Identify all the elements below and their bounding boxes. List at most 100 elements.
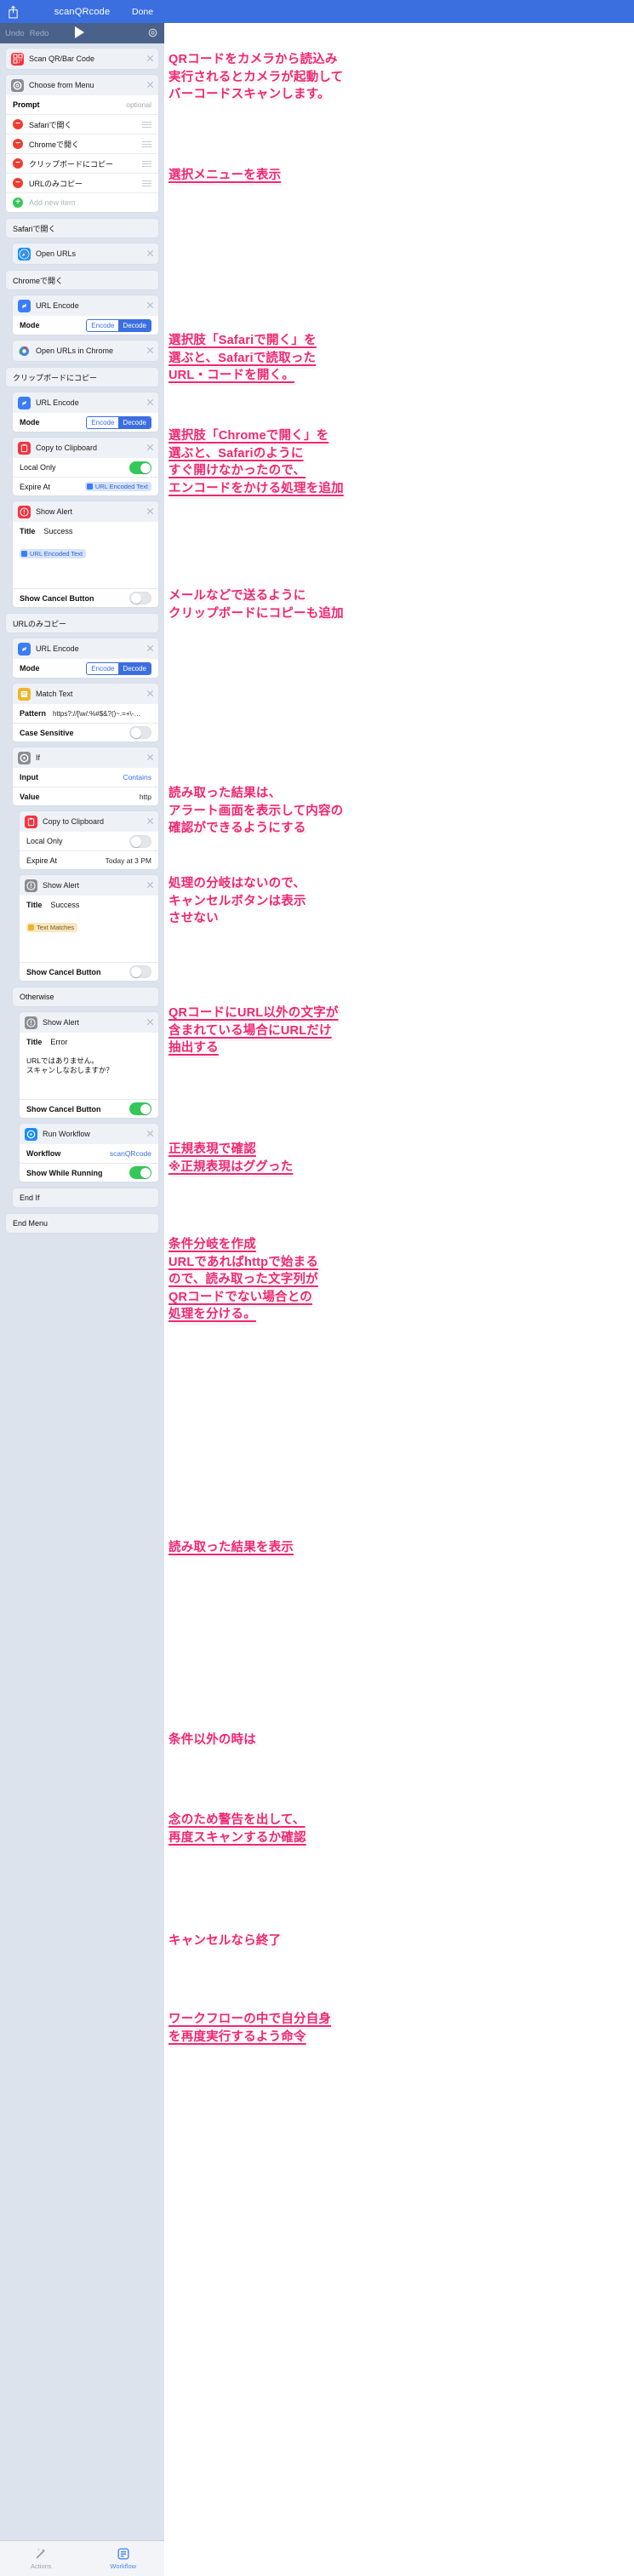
- if-value-row[interactable]: Value http: [13, 787, 158, 805]
- action-header[interactable]: Show Alert: [13, 501, 158, 522]
- menu-branch-url-only[interactable]: URLのみコピー: [5, 613, 159, 633]
- action-header[interactable]: Show Alert: [20, 1012, 158, 1033]
- workflow-row[interactable]: Workflow scanQRcode: [20, 1144, 158, 1163]
- alert-title-row[interactable]: Title Error: [20, 1033, 158, 1051]
- menu-branch-safari[interactable]: Safariで開く: [5, 218, 159, 238]
- action-card-url-encode-1[interactable]: URL Encode Mode Encode Decode: [12, 295, 159, 335]
- menu-item[interactable]: − クリップボードにコピー: [6, 153, 158, 173]
- remove-icon[interactable]: −: [13, 139, 23, 149]
- redo-button[interactable]: Redo: [30, 29, 49, 38]
- alert-message-field[interactable]: URLではありません。 スキャンしなおしますか？: [20, 1051, 158, 1099]
- case-sensitive-toggle[interactable]: [129, 726, 151, 739]
- alert-title-row[interactable]: Title Success: [20, 896, 158, 914]
- menu-item[interactable]: − Safariで開く: [6, 114, 158, 134]
- close-icon[interactable]: [146, 881, 154, 889]
- mode-row[interactable]: Mode Encode Decode: [13, 316, 158, 335]
- expire-at-row[interactable]: Expire At Today at 3 PM: [20, 850, 158, 869]
- prompt-row[interactable]: Prompt optional: [6, 95, 158, 114]
- alert-title-row[interactable]: Title Success: [13, 522, 158, 541]
- action-header[interactable]: URL Encode: [13, 638, 158, 659]
- segment-decode[interactable]: Decode: [118, 662, 151, 674]
- mode-segmented-control[interactable]: Encode Decode: [86, 415, 151, 429]
- show-cancel-row[interactable]: Show Cancel Button: [20, 1099, 158, 1118]
- if-value-value[interactable]: http: [140, 793, 151, 801]
- menu-item[interactable]: − Chromeで開く: [6, 134, 158, 153]
- alert-message-field[interactable]: Text Matches: [20, 914, 158, 962]
- alert-title-value[interactable]: Error: [50, 1038, 67, 1046]
- if-otherwise-branch[interactable]: Otherwise: [12, 987, 159, 1007]
- end-if-block[interactable]: End If: [12, 1188, 159, 1208]
- action-header[interactable]: Run Workflow: [20, 1124, 158, 1144]
- drag-handle-icon[interactable]: [142, 180, 151, 186]
- variable-chip[interactable]: Text Matches: [26, 923, 78, 932]
- menu-branch-chrome[interactable]: Chromeで開く: [5, 270, 159, 290]
- expire-at-value[interactable]: Today at 3 PM: [106, 856, 151, 865]
- close-icon[interactable]: [146, 54, 154, 62]
- action-card-choose-menu[interactable]: Choose from Menu Prompt optional − Safar…: [5, 74, 159, 213]
- undo-button[interactable]: Undo: [5, 29, 25, 38]
- done-button[interactable]: Done: [132, 7, 153, 17]
- mode-segmented-control[interactable]: Encode Decode: [86, 661, 151, 675]
- close-icon[interactable]: [146, 249, 154, 257]
- mode-row[interactable]: Mode Encode Decode: [13, 413, 158, 432]
- variable-chip[interactable]: URL Encoded Text: [20, 549, 87, 558]
- action-card-match-text[interactable]: Match Text Pattern https?://[\w/:%#$&?()…: [12, 683, 159, 742]
- action-header[interactable]: Scan QR/Bar Code: [6, 49, 158, 69]
- alert-title-value[interactable]: Success: [43, 527, 72, 535]
- menu-item[interactable]: − URLのみコピー: [6, 173, 158, 192]
- action-card-scan-qr[interactable]: Scan QR/Bar Code: [5, 48, 159, 70]
- close-icon[interactable]: [146, 644, 154, 652]
- drag-handle-icon[interactable]: [142, 160, 151, 167]
- remove-icon[interactable]: −: [13, 119, 23, 129]
- action-header[interactable]: Show Alert: [20, 875, 158, 896]
- segment-decode[interactable]: Decode: [118, 319, 151, 331]
- mode-row[interactable]: Mode Encode Decode: [13, 659, 158, 678]
- segment-encode[interactable]: Encode: [87, 662, 119, 674]
- action-card-open-urls-chrome[interactable]: Open URLs in Chrome: [12, 340, 159, 362]
- action-card-url-encode-2[interactable]: URL Encode Mode Encode Decode: [12, 392, 159, 432]
- show-cancel-row[interactable]: Show Cancel Button: [13, 588, 158, 607]
- close-icon[interactable]: [146, 444, 154, 451]
- play-icon[interactable]: [75, 26, 84, 38]
- close-icon[interactable]: [146, 507, 154, 515]
- gear-icon[interactable]: [147, 27, 158, 43]
- show-cancel-toggle[interactable]: [129, 965, 151, 978]
- action-card-copy-clipboard-1[interactable]: Copy to Clipboard Local Only Expire At U: [12, 437, 159, 496]
- remove-icon[interactable]: −: [13, 178, 23, 188]
- show-while-running-toggle[interactable]: [129, 1166, 151, 1179]
- close-icon[interactable]: [146, 817, 154, 825]
- tab-actions[interactable]: Actions: [0, 2541, 83, 2576]
- action-card-copy-clipboard-2[interactable]: Copy to Clipboard Local Only Expire At T…: [19, 810, 159, 870]
- action-card-run-workflow[interactable]: Run Workflow Workflow scanQRcode Show Wh…: [19, 1123, 159, 1182]
- action-header[interactable]: Copy to Clipboard: [20, 811, 158, 832]
- close-icon[interactable]: [146, 1130, 154, 1137]
- remove-icon[interactable]: −: [13, 158, 23, 169]
- close-icon[interactable]: [146, 346, 154, 354]
- drag-handle-icon[interactable]: [142, 140, 151, 147]
- action-card-show-alert-2[interactable]: Show Alert Title Success Text Matches Sh…: [19, 874, 159, 982]
- action-header[interactable]: Copy to Clipboard: [13, 438, 158, 458]
- if-input-value[interactable]: Contains: [123, 773, 151, 781]
- expire-at-row[interactable]: Expire At URL Encoded Text: [13, 477, 158, 495]
- action-card-show-alert-3[interactable]: Show Alert Title Error URLではありません。 スキャンし…: [19, 1011, 159, 1119]
- drag-handle-icon[interactable]: [142, 121, 151, 128]
- action-card-show-alert-1[interactable]: Show Alert Title Success URL Encoded Tex…: [12, 501, 159, 608]
- mode-segmented-control[interactable]: Encode Decode: [86, 318, 151, 332]
- local-only-toggle[interactable]: [129, 834, 151, 848]
- show-while-running-row[interactable]: Show While Running: [20, 1163, 158, 1182]
- local-only-row[interactable]: Local Only: [20, 832, 158, 850]
- segment-encode[interactable]: Encode: [87, 319, 119, 331]
- add-icon[interactable]: +: [13, 197, 23, 208]
- action-card-if[interactable]: If Input Contains Value http: [12, 747, 159, 806]
- close-icon[interactable]: [146, 690, 154, 697]
- alert-message-field[interactable]: URL Encoded Text: [13, 541, 158, 588]
- segment-encode[interactable]: Encode: [87, 416, 119, 428]
- action-header[interactable]: URL Encode: [13, 392, 158, 413]
- action-card-open-urls[interactable]: Open URLs: [12, 243, 159, 265]
- end-menu-block[interactable]: End Menu: [5, 1213, 159, 1234]
- close-icon[interactable]: [146, 753, 154, 761]
- show-cancel-toggle[interactable]: [129, 592, 151, 604]
- tab-workflow[interactable]: Workflow: [83, 2541, 165, 2576]
- action-header[interactable]: Match Text: [13, 684, 158, 704]
- workflow-value[interactable]: scanQRcode: [110, 1149, 151, 1158]
